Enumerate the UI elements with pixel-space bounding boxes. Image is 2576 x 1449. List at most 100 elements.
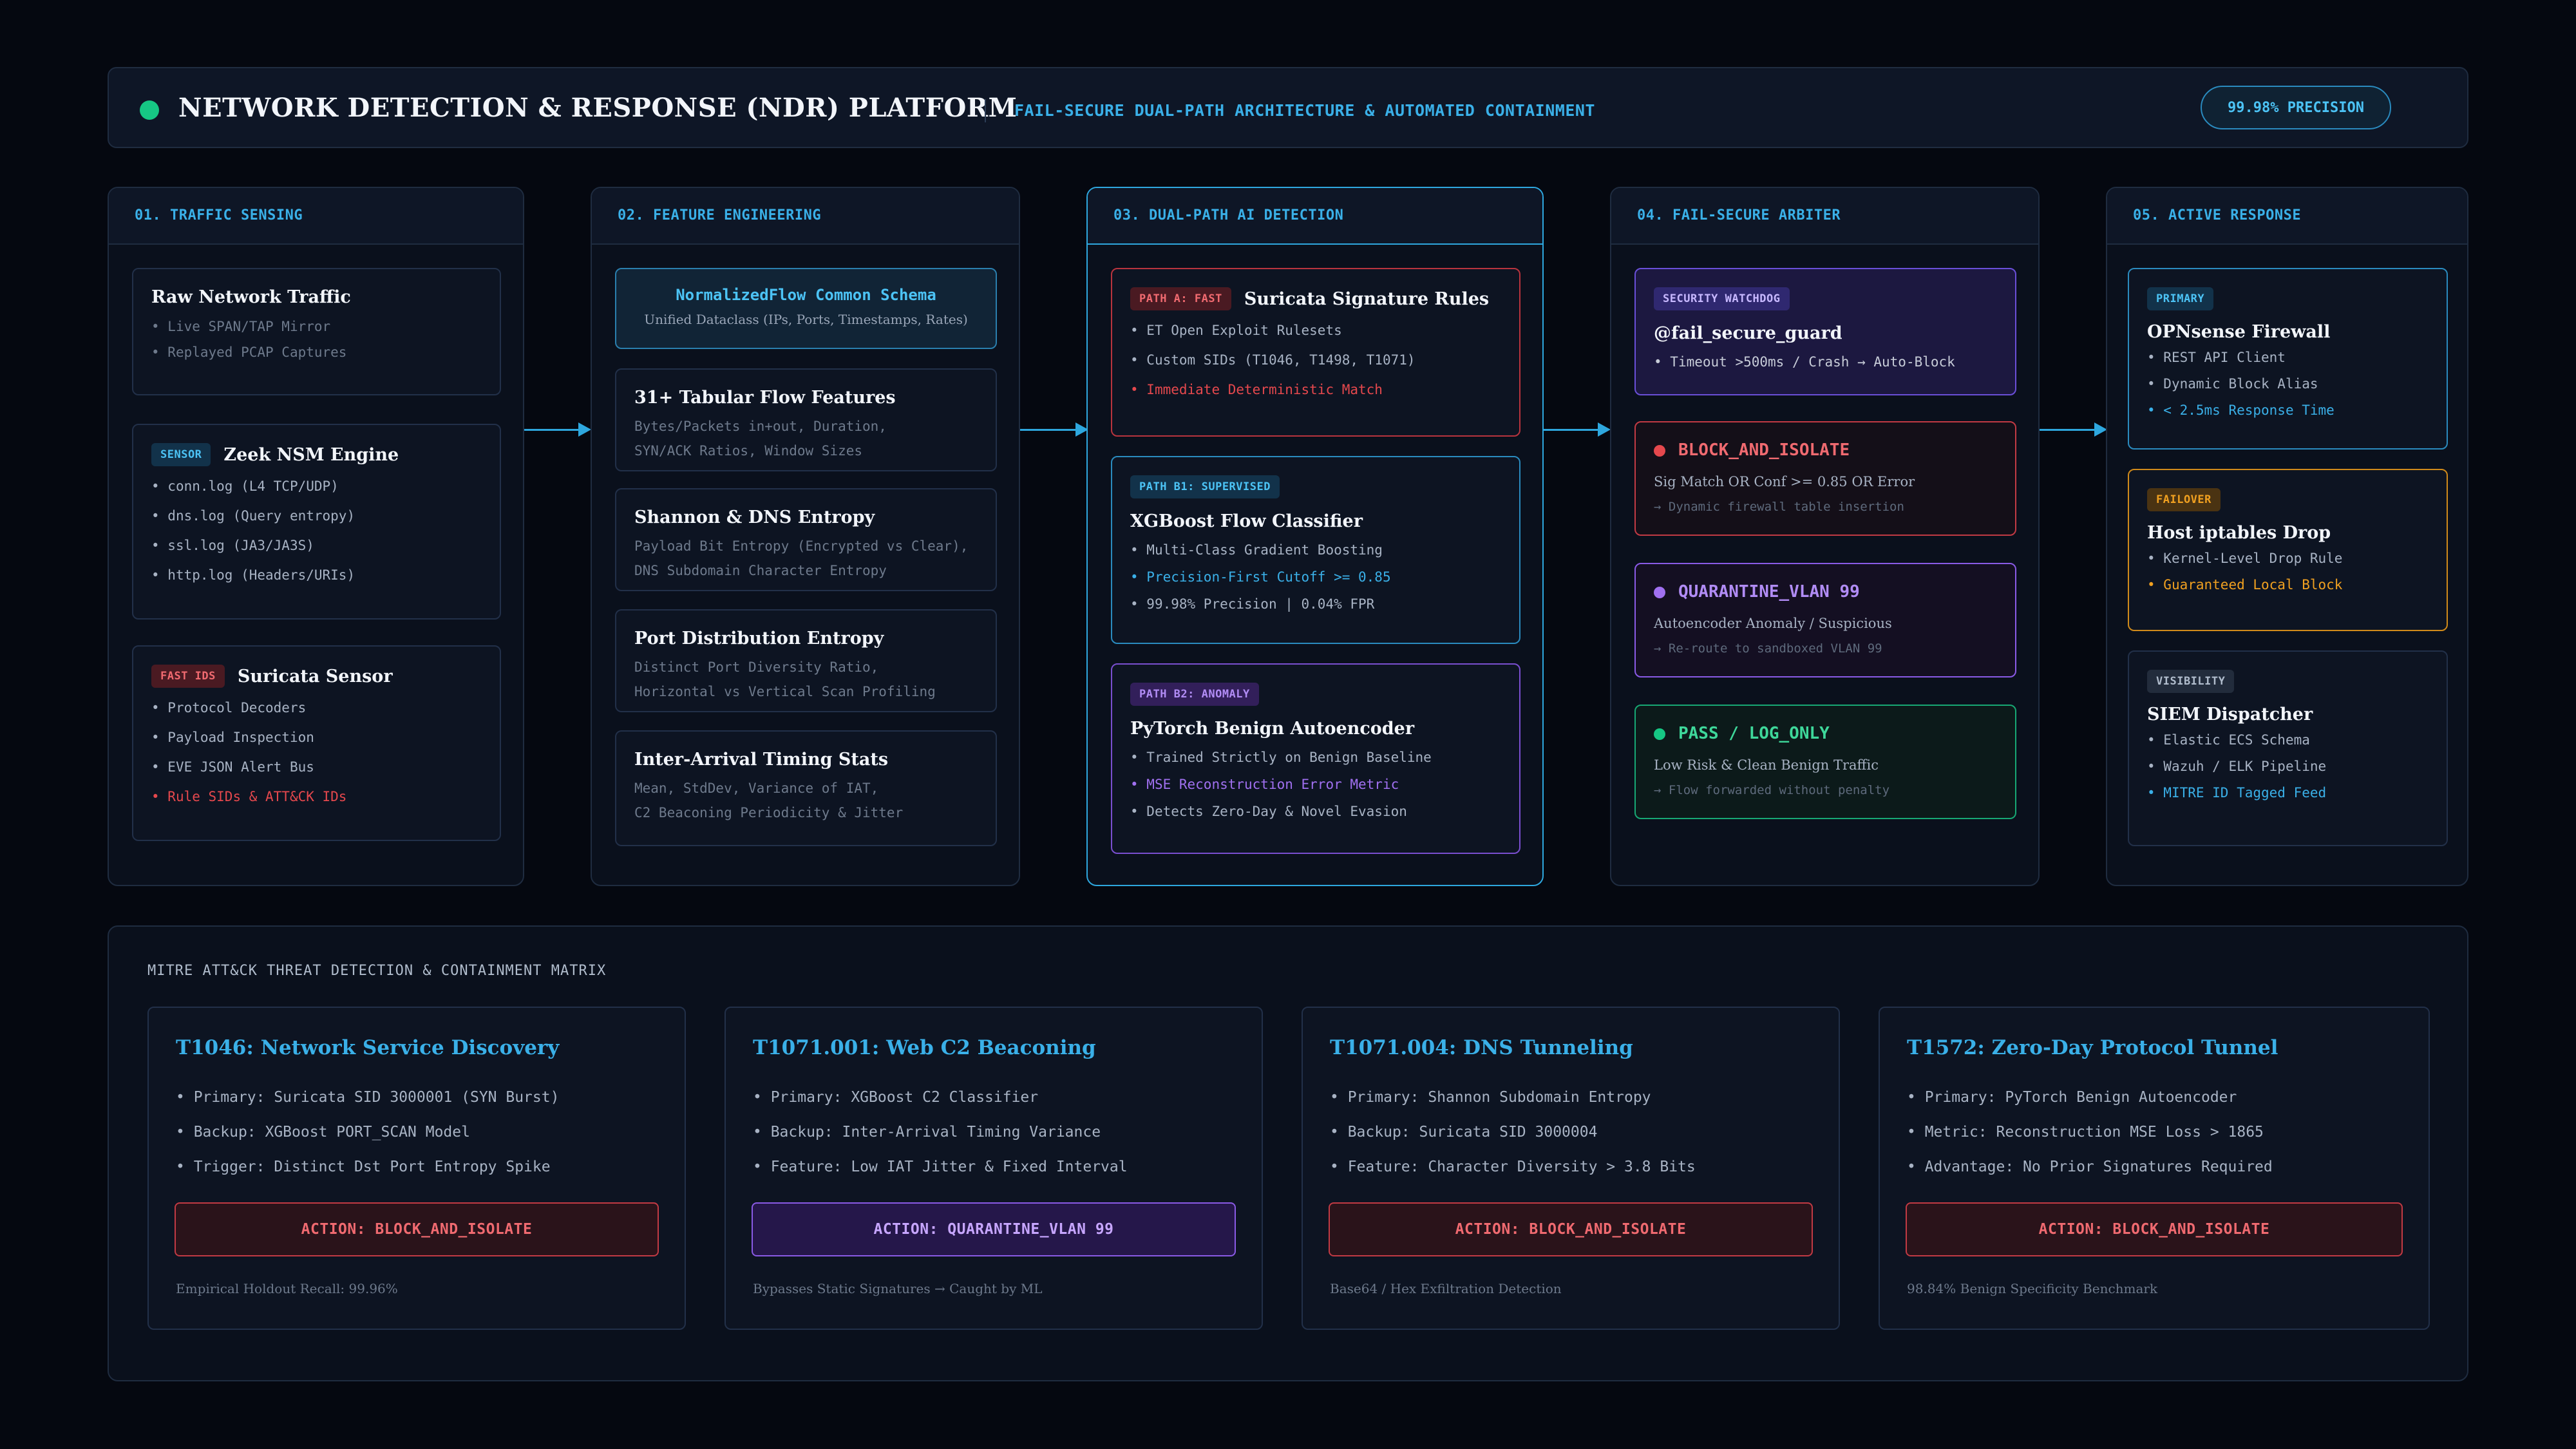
card-title: PyTorch Benign Autoencoder: [1130, 719, 1415, 739]
card-title: Raw Network Traffic: [151, 287, 351, 307]
threat-footnote: Bypasses Static Signatures → Caught by M…: [753, 1281, 1043, 1296]
threat-card-t1071-001: T1071.001: Web C2 Beaconing Primary: XGB…: [724, 1007, 1263, 1330]
list-item: Replayed PCAP Captures: [151, 339, 482, 365]
decision-desc: Sig Match OR Conf >= 0.85 OR Error: [1654, 474, 1915, 489]
column-active-response: 05. ACTIVE RESPONSE PRIMARY OPNsense Fir…: [2106, 187, 2468, 886]
list-item: 99.98% Precision | 0.04% FPR: [1130, 591, 1501, 618]
purple-dot-icon: [1654, 586, 1665, 598]
card-title: Port Distribution Entropy: [634, 629, 884, 649]
port-entropy-card: Port Distribution Entropy Distinct Port …: [615, 609, 997, 712]
page-subtitle: FAIL-SECURE DUAL-PATH ARCHITECTURE & AUT…: [1014, 101, 1595, 120]
precision-badge: 99.98% PRECISION: [2201, 86, 2391, 129]
suricata-sensor-card: FAST IDS Suricata Sensor Protocol Decode…: [132, 645, 501, 841]
column-heading: 03. DUAL-PATH AI DETECTION: [1088, 188, 1542, 245]
card-line: SYN/ACK Ratios, Window Sizes: [634, 443, 863, 459]
iptables-card: FAILOVER Host iptables Drop Kernel-Level…: [2128, 469, 2448, 631]
decision-title: BLOCK_AND_ISOLATE: [1678, 440, 1850, 460]
path-b1-tag: PATH B1: SUPERVISED: [1130, 475, 1280, 498]
list-item: Elastic ECS Schema: [2147, 727, 2429, 753]
decision-desc: Low Risk & Clean Benign Traffic: [1654, 757, 1879, 773]
card-title: Suricata Signature Rules: [1244, 289, 1490, 309]
threat-footnote: Base64 / Hex Exfiltration Detection: [1330, 1281, 1562, 1296]
list-item: Metric: Reconstruction MSE Loss > 1865: [1907, 1115, 2273, 1150]
path-b1-card: PATH B1: SUPERVISED XGBoost Flow Classif…: [1111, 456, 1520, 644]
card-line: Mean, StdDev, Variance of IAT,: [634, 781, 879, 796]
header-bar: NETWORK DETECTION & RESPONSE (NDR) PLATF…: [108, 67, 2468, 148]
threat-title: T1572: Zero-Day Protocol Tunnel: [1907, 1036, 2278, 1059]
list-item: http.log (Headers/URIs): [151, 560, 482, 590]
threat-footnote: 98.84% Benign Specificity Benchmark: [1907, 1281, 2158, 1296]
threat-footnote: Empirical Holdout Recall: 99.96%: [176, 1281, 398, 1296]
list-item: Primary: PyTorch Benign Autoencoder: [1907, 1080, 2273, 1115]
schema-card: NormalizedFlow Common Schema Unified Dat…: [615, 268, 997, 349]
path-b2-card: PATH B2: ANOMALY PyTorch Benign Autoenco…: [1111, 663, 1520, 854]
list-item: Immediate Deterministic Match: [1130, 375, 1501, 404]
column-heading: 04. FAIL-SECURE ARBITER: [1611, 188, 2038, 245]
list-item: Backup: Inter-Arrival Timing Variance: [753, 1115, 1128, 1150]
decision-desc: Autoencoder Anomaly / Suspicious: [1654, 616, 1892, 631]
block-isolate-card: BLOCK_AND_ISOLATE Sig Match OR Conf >= 0…: [1634, 421, 2016, 536]
list-item: Primary: Shannon Subdomain Entropy: [1330, 1080, 1696, 1115]
list-item: Precision-First Cutoff >= 0.85: [1130, 564, 1501, 591]
raw-traffic-card: Raw Network Traffic Live SPAN/TAP Mirror…: [132, 268, 501, 395]
list-item: Feature: Low IAT Jitter & Fixed Interval: [753, 1150, 1128, 1184]
column-feature-engineering: 02. FEATURE ENGINEERING NormalizedFlow C…: [591, 187, 1020, 886]
card-line: Horizontal vs Vertical Scan Profiling: [634, 684, 936, 699]
card-line: DNS Subdomain Character Entropy: [634, 563, 887, 578]
card-title: Zeek NSM Engine: [223, 444, 399, 465]
header-divider: [985, 99, 986, 122]
fast-ids-tag: FAST IDS: [151, 665, 225, 688]
list-item: Backup: XGBoost PORT_SCAN Model: [176, 1115, 559, 1150]
page-title: NETWORK DETECTION & RESPONSE (NDR) PLATF…: [178, 93, 1018, 123]
red-dot-icon: [1654, 444, 1665, 457]
action-badge: ACTION: BLOCK_AND_ISOLATE: [1329, 1202, 1813, 1256]
pass-log-card: PASS / LOG_ONLY Low Risk & Clean Benign …: [1634, 705, 2016, 819]
list-item: Primary: Suricata SID 3000001 (SYN Burst…: [176, 1080, 560, 1115]
card-line: C2 Beaconing Periodicity & Jitter: [634, 805, 904, 820]
list-item: conn.log (L4 TCP/UDP): [151, 471, 482, 501]
list-item: Backup: Suricata SID 3000004: [1330, 1115, 1696, 1150]
card-line: Distinct Port Diversity Ratio,: [634, 659, 879, 675]
flow-arrow-icon: [1020, 422, 1088, 437]
column-traffic-sensing: 01. TRAFFIC SENSING Raw Network Traffic …: [108, 187, 524, 886]
list-item: Wazuh / ELK Pipeline: [2147, 753, 2429, 780]
card-title: XGBoost Flow Classifier: [1130, 511, 1363, 531]
decision-note: → Flow forwarded without penalty: [1654, 783, 1890, 797]
action-badge: ACTION: BLOCK_AND_ISOLATE: [175, 1202, 659, 1256]
green-dot-icon: [1654, 728, 1665, 740]
threat-title: T1046: Network Service Discovery: [176, 1036, 560, 1059]
list-item: Payload Inspection: [151, 723, 482, 752]
list-item: Rule SIDs & ATT&CK IDs: [151, 782, 482, 811]
column-fail-secure-arbiter: 04. FAIL-SECURE ARBITER SECURITY WATCHDO…: [1610, 187, 2040, 886]
decision-note: → Dynamic firewall table insertion: [1654, 500, 1904, 514]
visibility-tag: VISIBILITY: [2147, 670, 2235, 693]
threat-title: T1071.001: Web C2 Beaconing: [753, 1036, 1096, 1059]
list-item: MITRE ID Tagged Feed: [2147, 780, 2429, 806]
list-item: dns.log (Query entropy): [151, 501, 482, 531]
flow-arrow-icon: [524, 422, 591, 437]
list-item: Multi-Class Gradient Boosting: [1130, 536, 1501, 564]
card-title: Shannon & DNS Entropy: [634, 507, 875, 527]
watchdog-tag: SECURITY WATCHDOG: [1654, 287, 1790, 310]
list-item: EVE JSON Alert Bus: [151, 752, 482, 782]
list-item: Dynamic Block Alias: [2147, 371, 2429, 397]
threat-title: T1071.004: DNS Tunneling: [1330, 1036, 1633, 1059]
threat-card-t1071-004: T1071.004: DNS Tunneling Primary: Shanno…: [1302, 1007, 1840, 1330]
list-item: Protocol Decoders: [151, 693, 482, 723]
primary-tag: PRIMARY: [2147, 287, 2214, 310]
flow-arrow-icon: [1544, 422, 1611, 437]
siem-card: VISIBILITY SIEM Dispatcher Elastic ECS S…: [2128, 650, 2448, 846]
card-line: Payload Bit Entropy (Encrypted vs Clear)…: [634, 538, 969, 554]
failover-tag: FAILOVER: [2147, 488, 2221, 511]
column-heading: 02. FEATURE ENGINEERING: [592, 188, 1019, 245]
zeek-card: SENSOR Zeek NSM Engine conn.log (L4 TCP/…: [132, 424, 501, 620]
path-a-tag: PATH A: FAST: [1130, 287, 1231, 310]
list-item: Timeout >500ms / Crash → Auto-Block: [1654, 347, 1997, 377]
mitre-matrix-panel: MITRE ATT&CK THREAT DETECTION & CONTAINM…: [108, 925, 2468, 1381]
list-item: Detects Zero-Day & Novel Evasion: [1130, 798, 1501, 825]
tabular-features-card: 31+ Tabular Flow Features Bytes/Packets …: [615, 368, 997, 471]
timing-stats-card: Inter-Arrival Timing Stats Mean, StdDev,…: [615, 730, 997, 846]
list-item: ET Open Exploit Rulesets: [1130, 316, 1501, 345]
list-item: Feature: Character Diversity > 3.8 Bits: [1330, 1150, 1696, 1184]
path-a-card: PATH A: FAST Suricata Signature Rules ET…: [1111, 268, 1520, 437]
